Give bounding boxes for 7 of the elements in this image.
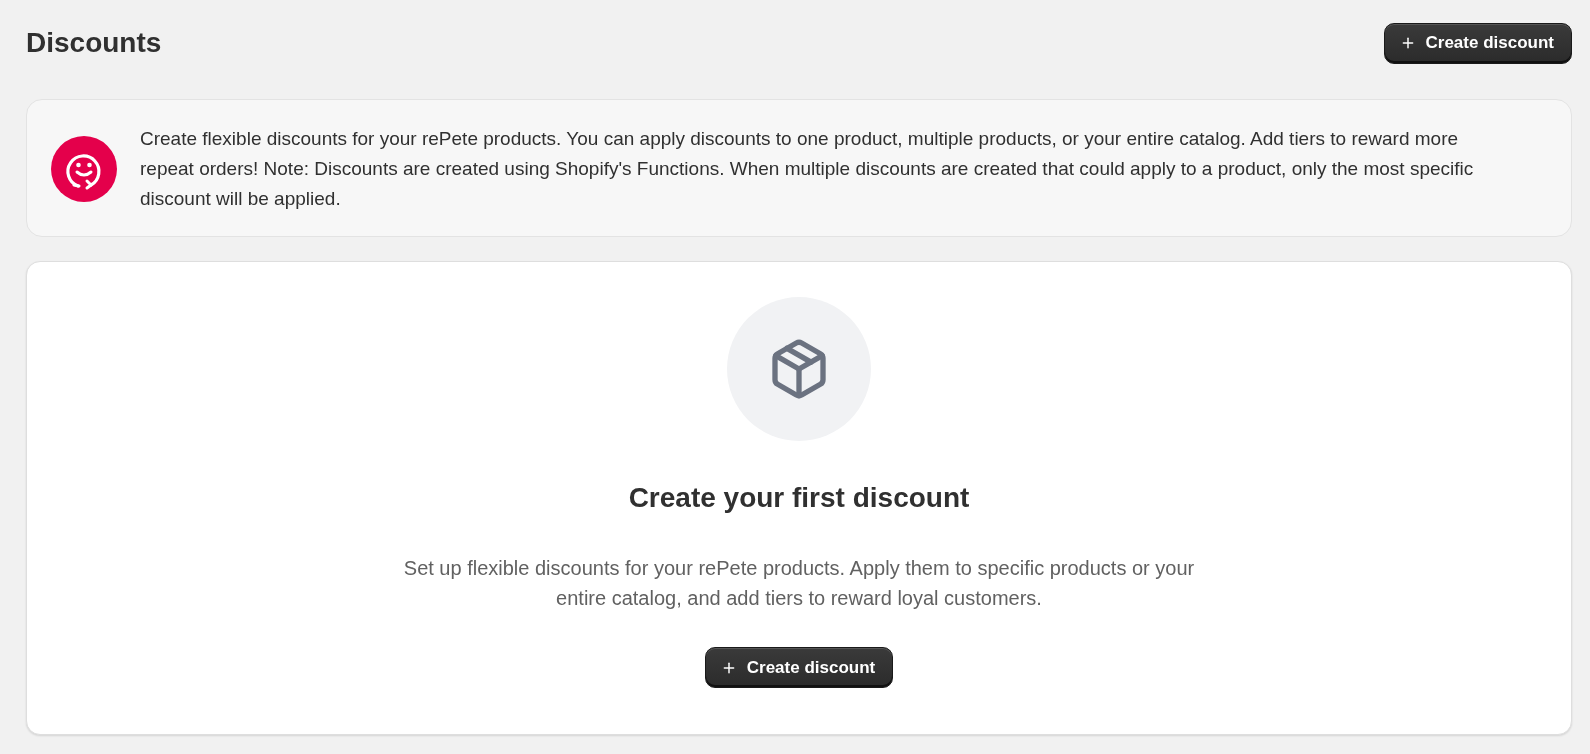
page-title: Discounts: [26, 27, 162, 59]
create-discount-button[interactable]: Create discount: [704, 647, 894, 688]
smiley-logo-icon: [51, 136, 117, 202]
empty-state-description: Set up flexible discounts for your rePete products. Apply them to specific products or your entire catalog, and add tiers to reward loyal customers.: [402, 556, 1196, 611]
empty-state-heading: Create your first discount: [628, 481, 970, 515]
banner-text: Create flexible discounts for your rePete products. You can apply discounts to one product, multiple products, or your entire catalog. Add tiers to reward more repeat orders! Note: Discounts are created using Shopify's Functions. When multiple discounts are created that could apply to a product, only the most specific discount will be applied.: [140, 127, 1475, 211]
create-discount-button[interactable]: Create discount: [1383, 22, 1572, 64]
